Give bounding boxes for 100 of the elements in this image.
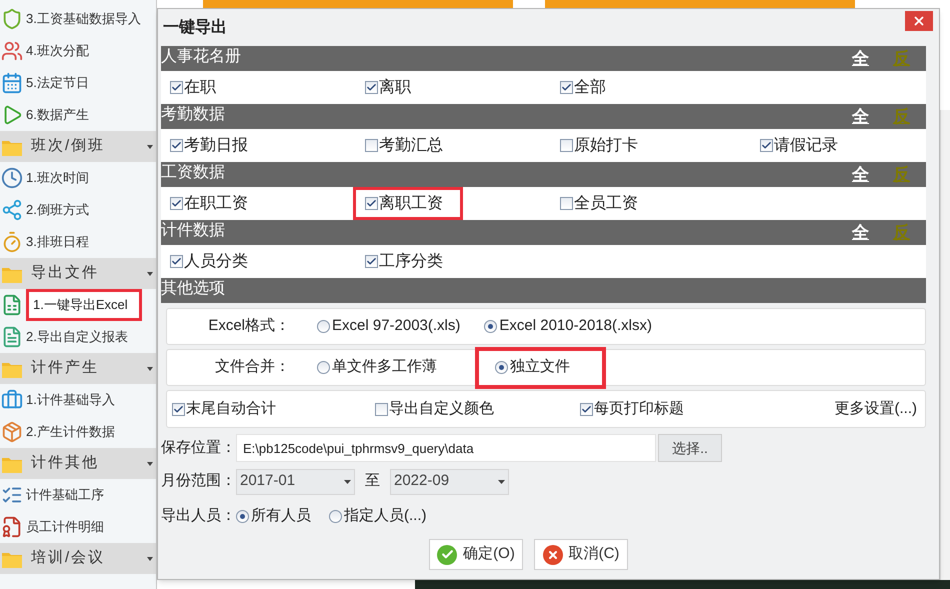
checkbox[interactable] xyxy=(560,81,573,94)
radio-button[interactable] xyxy=(317,361,330,374)
select-all-link[interactable]: 全 xyxy=(852,162,869,188)
field-label: 保存位置： xyxy=(161,438,236,458)
checkbox[interactable] xyxy=(170,255,183,268)
checkbox-option[interactable]: 全部 xyxy=(560,76,606,100)
sidebar-item[interactable]: 1.一键导出Excel xyxy=(26,289,142,321)
checkbox[interactable] xyxy=(170,197,183,210)
radio-option[interactable]: Excel 97-2003(.xls) xyxy=(317,315,472,338)
sidebar-group[interactable]: 导出文件 xyxy=(0,258,156,289)
more-settings-link[interactable]: 更多设置(...) xyxy=(834,398,917,420)
close-icon xyxy=(912,14,926,28)
sidebar-group[interactable]: 培训/会议 xyxy=(0,543,156,574)
save-path-field[interactable]: E:\pb125code\pui_tphrmsv9_query\data xyxy=(236,434,656,462)
sidebar-item[interactable]: 3.工资基础数据导入 xyxy=(26,9,141,29)
checkbox[interactable] xyxy=(560,139,573,152)
people-icon xyxy=(1,40,23,62)
checkbox-option[interactable]: 导出自定义颜色 xyxy=(375,398,580,420)
box-icon xyxy=(1,421,23,443)
caret-icon xyxy=(147,272,153,276)
checkbox[interactable] xyxy=(760,139,773,152)
radio-button[interactable] xyxy=(484,320,498,333)
field-label: 月份范围： xyxy=(161,471,236,492)
section-title: 工资数据 xyxy=(161,163,225,183)
checkbox-option[interactable]: 离职工资 xyxy=(353,187,463,220)
radio-option[interactable]: 所有人员 xyxy=(236,504,311,528)
checkbox-option[interactable]: 每页打印标题 xyxy=(580,398,825,420)
checkbox-option[interactable]: 人员分类 xyxy=(170,250,248,274)
end-month-dropdown[interactable]: 2022-09 xyxy=(390,468,509,494)
checkbox[interactable] xyxy=(172,402,185,416)
section-title: 其他选项 xyxy=(161,278,225,299)
sidebar-group[interactable]: 计件其他 xyxy=(0,448,156,479)
cancel-icon xyxy=(542,544,563,564)
caret-icon xyxy=(147,462,153,466)
cancel-button[interactable]: 取消(C) xyxy=(534,539,628,570)
select-all-link[interactable]: 全 xyxy=(852,220,869,246)
checkbox-option[interactable]: 在职工资 xyxy=(170,192,248,216)
section-title: 考勤数据 xyxy=(161,104,225,125)
close-button[interactable] xyxy=(905,10,933,30)
dropdown-arrow-icon xyxy=(498,480,505,484)
sidebar-item[interactable]: 3.排班日程 xyxy=(26,232,89,252)
radio-option[interactable]: 单文件多工作薄 xyxy=(317,356,449,379)
start-month-dropdown[interactable]: 2017-01 xyxy=(236,468,355,494)
certificate-icon xyxy=(1,516,23,538)
checkbox-option[interactable]: 考勤汇总 xyxy=(365,134,443,158)
checkbox[interactable] xyxy=(170,139,183,152)
checkbox-option[interactable]: 末尾自动合计 xyxy=(172,398,375,420)
checkbox[interactable] xyxy=(580,402,593,416)
section-title: 人事花名册 xyxy=(161,46,241,67)
checkbox-option[interactable]: 考勤日报 xyxy=(170,134,248,158)
dialog-title: 一键导出 xyxy=(163,18,227,38)
radio-button[interactable] xyxy=(495,361,508,374)
checkbox-option[interactable]: 请假记录 xyxy=(760,134,838,158)
checkbox-option[interactable]: 离职 xyxy=(365,76,411,100)
sidebar-item[interactable]: 4.班次分配 xyxy=(26,41,89,61)
select-all-link[interactable]: 全 xyxy=(852,104,869,130)
radio-button[interactable] xyxy=(236,510,249,522)
sidebar-item[interactable]: 1.班次时间 xyxy=(26,168,89,188)
caret-icon xyxy=(147,556,153,560)
checkbox[interactable] xyxy=(365,81,378,94)
checkbox-option[interactable]: 原始打卡 xyxy=(560,134,638,158)
sidebar-item[interactable]: 1.计件基础导入 xyxy=(26,390,115,410)
browse-button[interactable]: 选择.. xyxy=(658,434,722,462)
checkbox[interactable] xyxy=(365,255,378,268)
calendar-icon xyxy=(1,72,23,94)
checkbox[interactable] xyxy=(170,81,183,94)
select-all-link[interactable]: 全 xyxy=(852,46,869,72)
radio-option[interactable]: 指定人员(...) xyxy=(329,504,426,528)
checkbox-option[interactable]: 全员工资 xyxy=(560,192,638,216)
dropdown-arrow-icon xyxy=(344,480,351,484)
checkbox[interactable] xyxy=(375,402,388,416)
briefcase-icon xyxy=(1,389,23,411)
checkbox[interactable] xyxy=(365,139,378,152)
caret-icon xyxy=(147,144,153,148)
option-label: Excel格式： xyxy=(207,316,291,336)
field-label: 导出人员： xyxy=(161,506,236,526)
sidebar-group[interactable]: 计件产生 xyxy=(0,353,156,384)
radio-button[interactable] xyxy=(329,510,342,522)
sidebar-item[interactable]: 2.导出自定义报表 xyxy=(26,327,128,347)
sidebar-item[interactable]: 6.数据产生 xyxy=(26,105,89,125)
sidebar-item[interactable]: 2.倒班方式 xyxy=(26,200,89,220)
checkbox[interactable] xyxy=(560,197,573,210)
radio-option[interactable]: Excel 2010-2018(.xlsx) xyxy=(484,315,664,338)
checkbox-option[interactable]: 工序分类 xyxy=(365,250,443,274)
sidebar-group[interactable]: 班次/倒班 xyxy=(0,131,156,162)
checkbox[interactable] xyxy=(365,197,378,210)
caret-icon xyxy=(147,366,153,370)
stopwatch-icon xyxy=(1,231,23,253)
checkbox-option[interactable]: 在职 xyxy=(170,76,216,100)
sidebar-item[interactable]: 2.产生计件数据 xyxy=(26,422,115,442)
ok-button[interactable]: 确定(O) xyxy=(429,539,523,570)
clock-icon xyxy=(1,167,23,189)
radio-button[interactable] xyxy=(317,320,330,333)
section-title: 计件数据 xyxy=(161,220,225,241)
sidebar-item[interactable]: 5.法定节日 xyxy=(26,73,89,93)
network-icon xyxy=(1,199,23,221)
document-icon xyxy=(1,326,23,348)
shield-icon xyxy=(1,8,23,30)
sidebar-item[interactable]: 计件基础工序 xyxy=(26,485,104,505)
sidebar-item[interactable]: 员工计件明细 xyxy=(26,517,104,537)
